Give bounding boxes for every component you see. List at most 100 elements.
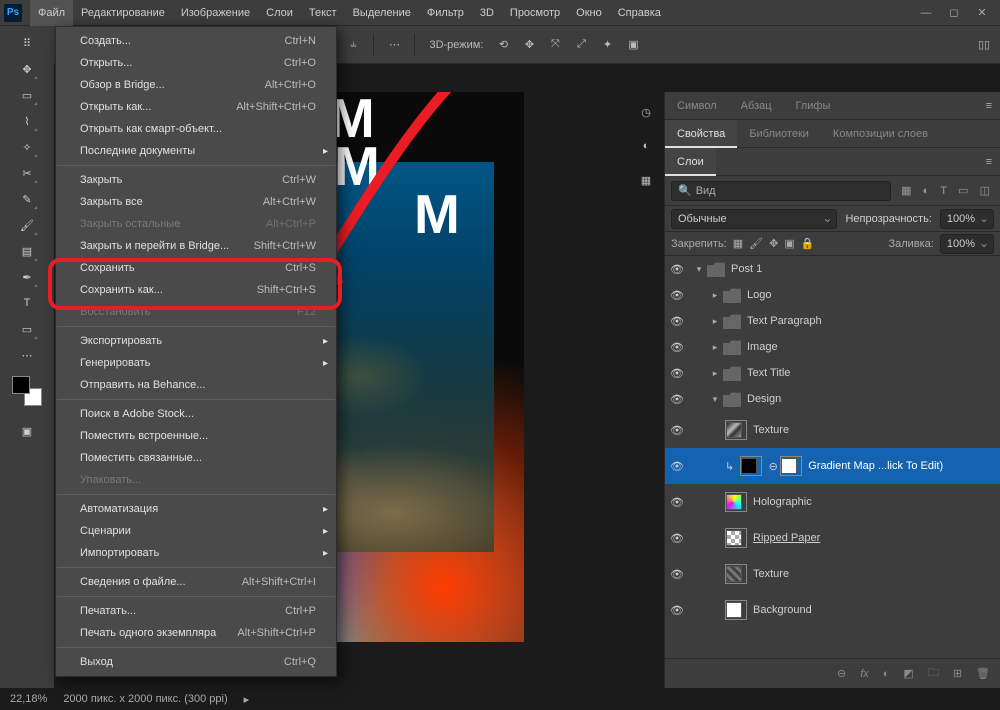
layers-tree[interactable]: 👁▾Post 1👁▸Logo👁▸Text Paragraph👁▸Image👁▸T… [665,256,1000,658]
file-menu-item[interactable]: СохранитьCtrl+S [56,257,336,279]
layer-row[interactable]: 👁Texture [665,556,1000,592]
file-menu-item[interactable]: Экспортировать [56,330,336,352]
menu-layers[interactable]: Слои [258,0,301,26]
file-menu-item[interactable]: Создать...Ctrl+N [56,30,336,52]
lock-position-icon[interactable]: ✥ [769,237,778,250]
window-minimize-button[interactable]: ― [912,0,940,26]
move-icon[interactable]: ⤧ [545,35,565,55]
tab-paragraph[interactable]: Абзац [729,92,784,120]
link-layers-icon[interactable]: ⊖ [837,667,846,680]
file-menu-item[interactable]: Автоматизация [56,498,336,520]
tab-properties[interactable]: Свойства [665,120,737,148]
fill-input[interactable]: 100% [940,234,994,254]
layer-row[interactable]: 👁▸Text Title [665,360,1000,386]
file-menu-item[interactable]: Открыть как смарт-объект... [56,118,336,140]
visibility-toggle[interactable]: 👁 [665,393,689,406]
new-layer-icon[interactable]: ⊞ [953,667,962,680]
visibility-toggle[interactable]: 👁 [665,568,689,581]
visibility-toggle[interactable]: 👁 [665,289,689,302]
file-menu-item[interactable]: Поместить связанные... [56,447,336,469]
tab-layercomps[interactable]: Композиции слоев [821,120,940,148]
visibility-toggle[interactable]: 👁 [665,341,689,354]
visibility-toggle[interactable]: 👁 [665,315,689,328]
layers-panel-menu-icon[interactable]: ≡ [978,156,1000,168]
visibility-toggle[interactable]: 👁 [665,604,689,617]
layer-fx-icon[interactable]: fx [860,668,869,680]
file-menu-item[interactable]: ВыходCtrl+Q [56,651,336,673]
layer-row[interactable]: 👁Ripped Paper [665,520,1000,556]
document-info[interactable]: 2000 пикс. x 2000 пикс. (300 ppi) [63,693,227,705]
file-menu-dropdown[interactable]: Создать...Ctrl+NОткрыть...Ctrl+OОбзор в … [55,26,337,677]
pan-icon[interactable]: ✥ [519,35,539,55]
filter-pixel-icon[interactable]: ▦ [897,185,915,197]
move-tool[interactable]: ✥ [16,58,38,80]
layer-row[interactable]: 👁Holographic [665,484,1000,520]
lock-artboard-icon[interactable]: ▣ [784,237,794,250]
visibility-toggle[interactable]: 👁 [665,263,689,276]
layer-row[interactable]: 👁Background [665,592,1000,628]
opacity-input[interactable]: 100% [940,209,994,229]
menu-text[interactable]: Текст [301,0,345,26]
panel-menu-icon[interactable]: ≡ [978,100,1000,112]
menu-select[interactable]: Выделение [345,0,419,26]
layer-row[interactable]: 👁Texture [665,412,1000,448]
layers-search-input[interactable]: 🔍 Вид [671,181,891,201]
camera-icon[interactable]: ▣ [623,35,643,55]
file-menu-item[interactable]: Импортировать [56,542,336,564]
filter-type-icon[interactable]: T [936,185,951,197]
menu-edit[interactable]: Редактирование [73,0,173,26]
statusbar-arrow-icon[interactable]: ▸ [244,693,250,706]
lock-pixels-icon[interactable]: 🖌 [749,237,763,250]
orbit-icon[interactable]: ⟲ [493,35,513,55]
filter-adjust-icon[interactable]: ◐ [919,185,934,197]
history-icon[interactable]: ◷ [636,102,656,122]
file-menu-item[interactable]: Закрыть всеAlt+Ctrl+W [56,191,336,213]
file-menu-item[interactable]: Печать одного экземпляраAlt+Shift+Ctrl+P [56,622,336,644]
tab-character[interactable]: Символ [665,92,729,120]
file-menu-item[interactable]: Поиск в Adobe Stock... [56,403,336,425]
window-close-button[interactable]: ✕ [968,0,996,26]
menu-filter[interactable]: Фильтр [419,0,472,26]
tab-layers[interactable]: Слои [665,148,716,176]
visibility-toggle[interactable]: 👁 [665,496,689,509]
layer-row[interactable]: 👁▸Logo [665,282,1000,308]
adjustments-icon[interactable]: ◐ [636,136,656,156]
menu-3d[interactable]: 3D [472,0,502,26]
menu-view[interactable]: Просмотр [502,0,568,26]
new-group-icon[interactable]: 🗀 [928,664,939,683]
blend-mode-dropdown[interactable]: Обычные [671,209,837,229]
more-icon[interactable]: ⋯ [384,35,404,55]
menu-image[interactable]: Изображение [173,0,258,26]
window-maximize-button[interactable]: ◻ [940,0,968,26]
menu-help[interactable]: Справка [610,0,669,26]
layer-row[interactable]: 👁↳⊖Gradient Map ...lick To Edit) [665,448,1000,484]
visibility-toggle[interactable]: 👁 [665,532,689,545]
zoom-level[interactable]: 22,18% [10,693,47,705]
align-bottom-icon[interactable]: ⫨ [343,35,363,55]
swatches-icon[interactable]: ▦ [636,170,656,190]
layer-row[interactable]: 👁▾Post 1 [665,256,1000,282]
lock-transparent-icon[interactable]: ▦ [733,237,743,250]
file-menu-item[interactable]: Поместить встроенные... [56,425,336,447]
tab-libraries[interactable]: Библиотеки [737,120,821,148]
visibility-toggle[interactable]: 👁 [665,424,689,437]
file-menu-item[interactable]: Сведения о файле...Alt+Shift+Ctrl+I [56,571,336,593]
lock-all-icon[interactable]: 🔒 [801,237,815,250]
layer-row[interactable]: 👁▸Text Paragraph [665,308,1000,334]
scale-icon[interactable]: ⤢ [571,35,591,55]
handle-icon[interactable]: ⠿ [16,32,38,54]
filter-smart-icon[interactable]: ◫ [976,185,994,197]
file-menu-item[interactable]: Закрыть и перейти в Bridge...Shift+Ctrl+… [56,235,336,257]
layer-row[interactable]: 👁▾Design [665,386,1000,412]
file-menu-item[interactable]: Открыть как...Alt+Shift+Ctrl+O [56,96,336,118]
file-menu-item[interactable]: Обзор в Bridge...Alt+Ctrl+O [56,74,336,96]
file-menu-item[interactable]: ЗакрытьCtrl+W [56,169,336,191]
new-adjustment-icon[interactable]: ◩ [903,667,913,680]
file-menu-item[interactable]: Генерировать [56,352,336,374]
menu-window[interactable]: Окно [568,0,610,26]
file-menu-item[interactable]: Отправить на Behance... [56,374,336,396]
visibility-toggle[interactable]: 👁 [665,367,689,380]
panel-toggle-icon[interactable]: ▯▯ [974,35,994,55]
tab-glyphs[interactable]: Глифы [784,92,843,120]
layer-mask-icon[interactable]: ◐ [883,668,890,680]
